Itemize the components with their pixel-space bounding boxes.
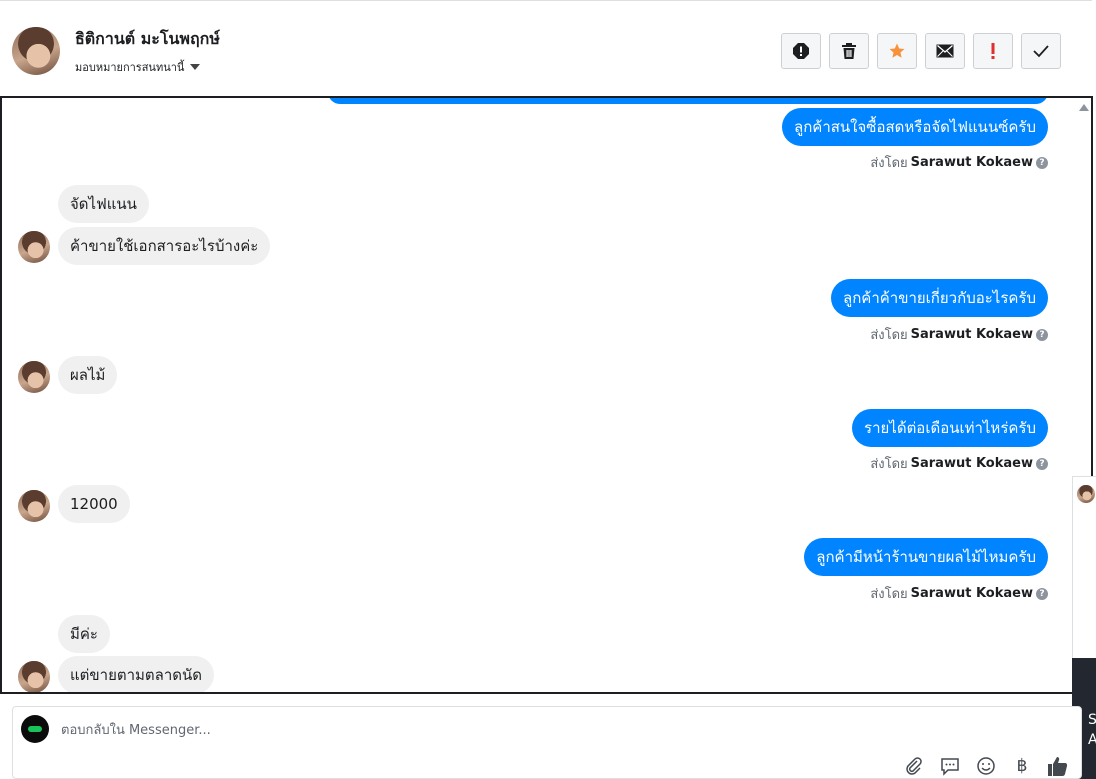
contact-avatar-mini [1077,485,1095,503]
paperclip-icon [906,757,922,775]
trash-icon [842,43,856,59]
outgoing-message[interactable]: รายได้ต่อเดือนเท่าไหร่ครับ [852,409,1048,447]
envelope-icon [936,44,954,58]
outgoing-message[interactable]: ลูกค้าสนใจซื้อสดหรือจัดไฟแนนซ์ครับ [782,108,1048,146]
assign-label: มอบหมายการสนทนานี้ [75,61,185,74]
caret-down-icon [190,64,201,70]
incoming-message[interactable]: ผลไม้ [58,356,118,394]
star-icon [889,43,905,58]
side-panel-header [1072,476,1096,510]
help-icon[interactable]: ? [1036,587,1048,600]
follow-up-button[interactable] [973,33,1013,69]
page-logo [21,715,49,743]
emoji-button[interactable] [975,755,997,777]
saved-reply-icon [941,758,959,776]
side-panel-text-line: S [1088,712,1096,728]
incoming-message[interactable]: 12000 [58,485,130,523]
outgoing-message[interactable]: ลูกค้ามีหน้าร้านขายผลไม้ไหมครับ [804,538,1048,576]
reply-input[interactable] [61,719,961,741]
scroll-up-arrow-icon[interactable] [1079,104,1089,111]
sent-by-label: ส่งโดย Sarawut Kokaew ? [870,583,1048,604]
incoming-message[interactable]: มีค่ะ [58,615,110,653]
message-bubble-cutoff [328,98,1048,104]
sent-by-label: ส่งโดย Sarawut Kokaew ? [870,453,1048,474]
payment-icon: ฿ [1016,756,1028,776]
report-spam-button[interactable] [781,33,821,69]
contact-avatar[interactable] [12,27,60,75]
thumbs-up-icon [1048,757,1068,776]
contact-avatar-small [18,661,50,692]
help-icon[interactable]: ? [1036,457,1048,470]
side-panel-text-line: A [1088,732,1096,748]
follow-up-icon [991,43,995,59]
like-button[interactable] [1047,755,1069,777]
assign-conversation-dropdown[interactable]: มอบหมายการสนทนานี้ [75,58,201,76]
emoji-icon [977,757,995,775]
delete-button[interactable] [829,33,869,69]
report-spam-icon [793,43,809,59]
help-icon[interactable]: ? [1036,328,1048,341]
mark-done-button[interactable] [1021,33,1061,69]
outgoing-message[interactable]: ลูกค้าค้าขายเกี่ยวกับอะไรครับ [831,279,1048,317]
star-button[interactable] [877,33,917,69]
contact-avatar-small [18,490,50,522]
message-thread[interactable]: ลูกค้าสนใจซื้อสดหรือจัดไฟแนนซ์ครับ ส่งโด… [0,96,1093,694]
contact-avatar-small [18,361,50,393]
composer-toolbar: ฿ [903,755,1069,777]
contact-name[interactable]: ธิติกานต์ มะโนพฤกษ์ [75,27,220,52]
conversation-header: ธิติกานต์ มะโนพฤกษ์ มอบหมายการสนทนานี้ [0,0,1092,97]
incoming-message[interactable]: ค้าขายใช้เอกสารอะไรบ้างค่ะ [58,227,271,265]
incoming-message[interactable]: จัดไฟแนน [58,185,149,223]
mark-unread-button[interactable] [925,33,965,69]
contact-avatar-small [18,231,50,263]
sent-by-label: ส่งโดย Sarawut Kokaew ? [870,324,1048,345]
help-icon[interactable]: ? [1036,156,1048,169]
incoming-message[interactable]: แต่ขายตามตลาดนัด [58,656,215,692]
sent-by-label: ส่งโดย Sarawut Kokaew ? [870,152,1048,173]
reply-composer: ฿ [12,706,1082,779]
side-panel-body [1072,510,1096,658]
saved-replies-button[interactable] [939,755,961,777]
checkmark-icon [1033,45,1049,58]
conversation-actions [781,33,1061,69]
attach-file-button[interactable] [903,755,925,777]
messenger-inbox-window: ธิติกานต์ มะโนพฤกษ์ มอบหมายการสนทนานี้ ล… [0,0,1096,779]
payment-button[interactable]: ฿ [1011,755,1033,777]
